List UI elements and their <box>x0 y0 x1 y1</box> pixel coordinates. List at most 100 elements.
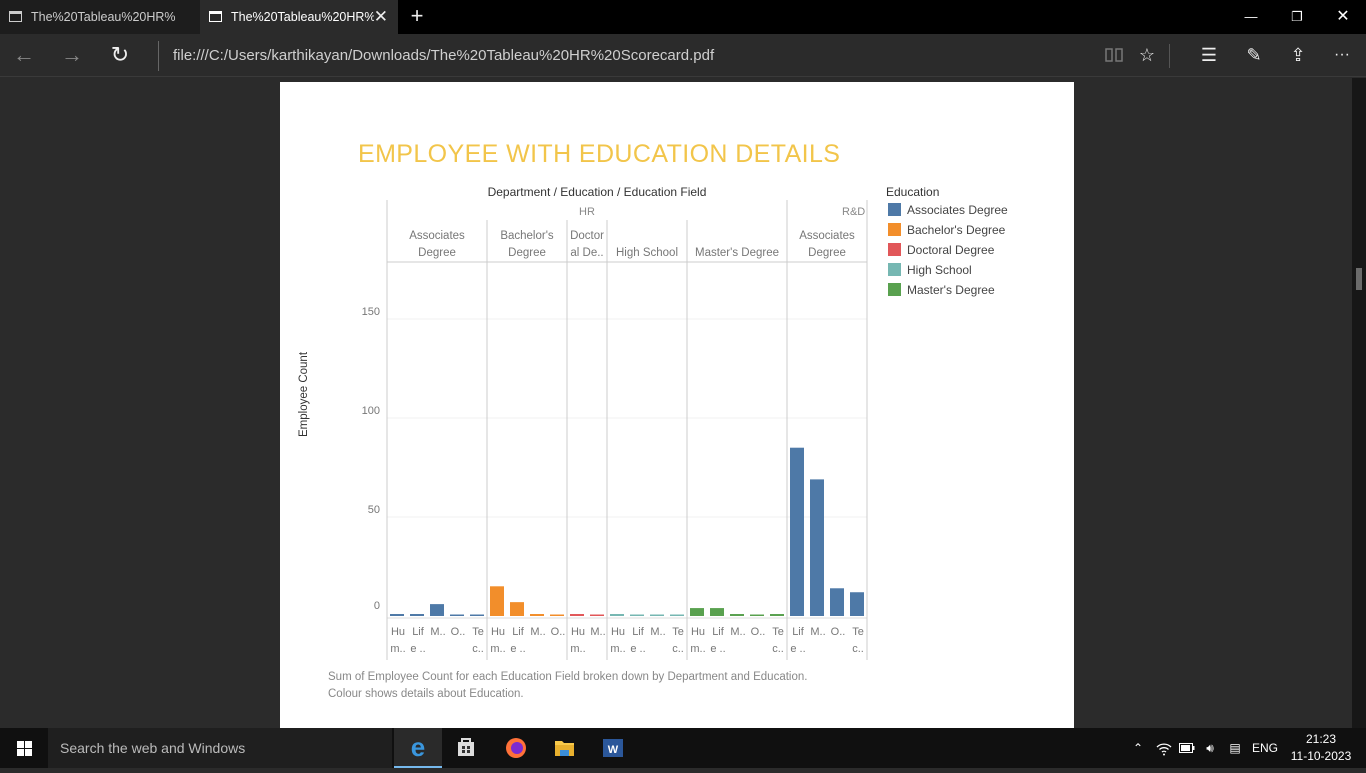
x-tick-label: Te c.. <box>672 626 684 655</box>
bar <box>810 479 824 616</box>
x-tick-label: M.. <box>810 626 826 638</box>
bar <box>470 614 484 616</box>
taskbar: Search the web and Windows e W ⌃ 🔊︎ ▤ EN… <box>0 728 1366 768</box>
x-tick-label: Te c.. <box>472 626 484 655</box>
legend-swatch <box>888 263 901 276</box>
url-field[interactable]: file:///C:/Users/karthikayan/Downloads/T… <box>158 41 1058 71</box>
x-tick-label: O.. <box>550 626 566 638</box>
start-button[interactable] <box>0 728 48 768</box>
bar <box>590 614 604 616</box>
caption-line-1: Sum of Employee Count for each Education… <box>328 671 808 683</box>
clock[interactable]: 21:23 11-10-2023 <box>1284 731 1358 765</box>
more-icon[interactable]: ··· <box>1322 34 1362 77</box>
x-tick-label: Lif e .. <box>630 626 646 655</box>
favorite-star-icon[interactable]: ☆ <box>1127 34 1167 77</box>
new-tab-button[interactable]: + <box>402 2 432 32</box>
legend-swatch <box>888 243 901 256</box>
bar <box>750 614 764 616</box>
address-bar: ← → ↻ file:///C:/Users/karthikayan/Downl… <box>0 34 1366 77</box>
x-tick-label: Hu m.. <box>610 626 626 655</box>
store-icon <box>458 738 474 756</box>
scrollbar-thumb[interactable] <box>1356 268 1362 290</box>
legend-swatch <box>888 283 901 296</box>
pdf-viewer: EMPLOYEE WITH EDUCATION DETAILS Departme… <box>0 78 1352 728</box>
x-tick-label: Lif e .. <box>410 626 426 655</box>
legend-title: Education <box>886 185 940 199</box>
legend-item: High School <box>888 263 972 279</box>
close-tab-icon[interactable]: ✕ <box>374 0 388 34</box>
x-tick-label: Lif e .. <box>510 626 526 655</box>
x-tick-label: O.. <box>450 626 466 638</box>
action-center-icon[interactable]: ▤ <box>1224 728 1246 768</box>
restore-button[interactable]: ❐ <box>1274 0 1320 34</box>
vertical-scrollbar[interactable] <box>1352 78 1366 728</box>
store-app-button[interactable] <box>442 728 490 768</box>
legend-swatch <box>888 203 901 216</box>
web-note-icon[interactable]: ✎ <box>1234 34 1274 77</box>
tab-label: The%20Tableau%20HR%20S <box>31 10 176 24</box>
battery-icon[interactable] <box>1177 728 1197 768</box>
close-window-button[interactable]: ✕ <box>1320 0 1366 34</box>
x-tick-label: Hu m.. <box>490 626 506 655</box>
tab-pdf-1[interactable]: The%20Tableau%20HR%20S <box>0 0 200 34</box>
bar <box>770 614 784 616</box>
forward-button[interactable]: → <box>50 34 94 77</box>
tab-pdf-2-active[interactable]: The%20Tableau%20HR% ✕ <box>200 0 398 34</box>
bar <box>510 602 524 616</box>
x-tick-label: Te c.. <box>852 626 864 655</box>
svg-text:e: e <box>411 732 425 762</box>
search-box[interactable]: Search the web and Windows <box>48 728 392 768</box>
x-tick-label: Hu m.. <box>690 626 706 655</box>
bar <box>610 614 624 616</box>
word-icon: W <box>603 739 623 757</box>
x-tick-label: O.. <box>830 626 846 638</box>
hub-icon[interactable]: ☰ <box>1189 34 1229 77</box>
word-app-button[interactable]: W <box>590 728 638 768</box>
clock-date: 11-10-2023 <box>1290 749 1352 763</box>
x-tick-label: M.. <box>430 626 446 638</box>
bar <box>630 614 644 616</box>
x-tick-label: O.. <box>750 626 766 638</box>
minimize-button[interactable]: — <box>1228 0 1274 34</box>
x-tick-label: Hu m.. <box>570 626 586 655</box>
tab-label: The%20Tableau%20HR% <box>231 10 374 24</box>
legend-item: Bachelor's Degree <box>888 223 1005 239</box>
wifi-icon[interactable] <box>1154 728 1174 768</box>
back-button[interactable]: ← <box>2 34 46 77</box>
firefox-app-button[interactable] <box>490 728 538 768</box>
legend-label: Doctoral Degree <box>907 243 995 257</box>
bar <box>690 608 704 616</box>
page-icon <box>9 11 22 22</box>
file-explorer-app-button[interactable] <box>540 728 588 768</box>
bar <box>410 614 424 616</box>
legend-label: Master's Degree <box>907 283 995 297</box>
bar <box>430 604 444 616</box>
legend-swatch <box>888 223 901 236</box>
legend-item: Master's Degree <box>888 283 995 299</box>
refresh-button[interactable]: ↻ <box>98 34 142 77</box>
legend-label: High School <box>907 263 972 277</box>
edge-app-button[interactable]: e <box>394 728 442 768</box>
edge-icon: e <box>411 732 425 762</box>
show-hidden-icons-chevron-icon[interactable]: ⌃ <box>1128 728 1148 768</box>
volume-icon[interactable]: 🔊︎ <box>1199 728 1221 768</box>
firefox-icon <box>506 738 526 758</box>
x-tick-label: M.. <box>650 626 666 638</box>
bar <box>650 614 664 616</box>
x-tick-label: Te c.. <box>772 626 784 655</box>
language-indicator[interactable]: ENG <box>1252 728 1278 768</box>
bar <box>730 614 744 616</box>
caption-line-2: Colour shows details about Education. <box>328 688 524 700</box>
x-tick-label: Hu m.. <box>390 626 406 655</box>
bar <box>670 614 684 616</box>
bar <box>710 608 724 616</box>
share-icon[interactable]: ⇪ <box>1278 34 1318 77</box>
windows-logo-icon <box>17 741 32 756</box>
chart-caption: Sum of Employee Count for each Education… <box>328 669 807 703</box>
legend-label: Bachelor's Degree <box>907 223 1006 237</box>
x-tick-label: M.. <box>590 626 606 638</box>
page-icon <box>209 11 222 22</box>
legend-item: Doctoral Degree <box>888 243 994 259</box>
bar <box>850 592 864 616</box>
bar <box>390 614 404 616</box>
